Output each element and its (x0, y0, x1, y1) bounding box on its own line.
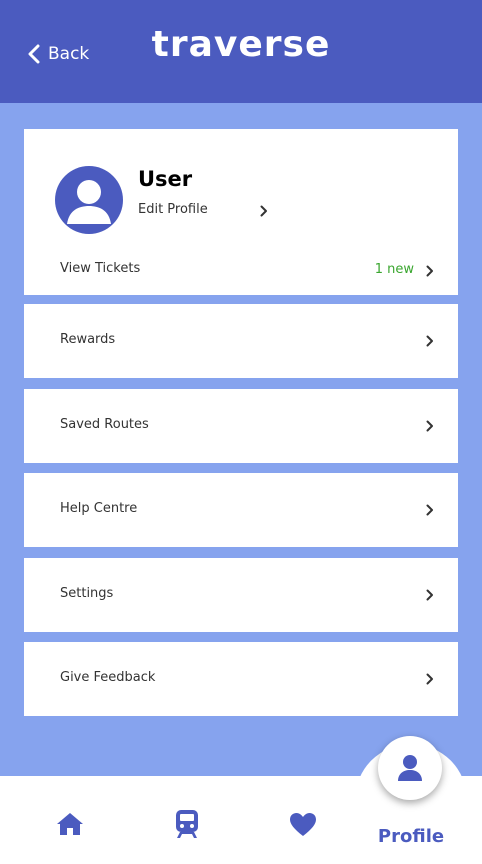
new-tickets-badge: 1 new (374, 262, 414, 277)
chevron-right-icon (426, 420, 433, 432)
chevron-right-icon (260, 205, 267, 217)
menu-item-settings[interactable]: Settings (24, 558, 458, 632)
chevron-right-icon (426, 673, 433, 685)
chevron-right-icon (426, 265, 433, 277)
profile-card: User Edit Profile View Tickets 1 new (24, 129, 458, 295)
nav-profile-label[interactable]: Profile (368, 826, 454, 847)
chevron-right-icon (426, 335, 433, 347)
avatar (55, 166, 123, 234)
menu-item-label: Help Centre (60, 501, 138, 516)
edit-profile-label: Edit Profile (138, 202, 208, 217)
brand-logo: traverse (151, 24, 331, 65)
menu-item-rewards[interactable]: Rewards (24, 304, 458, 378)
train-icon (176, 810, 198, 838)
view-tickets-label: View Tickets (60, 261, 141, 276)
chevron-right-icon (426, 589, 433, 601)
menu-item-label: Rewards (60, 332, 116, 347)
view-tickets-row[interactable]: View Tickets 1 new (24, 251, 458, 281)
edit-profile-link[interactable]: Edit Profile (138, 201, 268, 223)
menu-item-label: Saved Routes (60, 417, 149, 432)
nav-profile-button[interactable] (378, 736, 442, 800)
user-icon (398, 755, 422, 781)
menu-item-label: Settings (60, 586, 114, 601)
nav-trains[interactable] (174, 809, 200, 843)
user-name: User (138, 167, 193, 191)
nav-favourites[interactable] (289, 812, 317, 841)
nav-home[interactable] (56, 812, 84, 840)
app-header: Back traverse (0, 0, 482, 103)
menu-item-label: Give Feedback (60, 670, 156, 685)
menu-item-help-centre[interactable]: Help Centre (24, 473, 458, 547)
menu-item-saved-routes[interactable]: Saved Routes (24, 389, 458, 463)
chevron-right-icon (426, 504, 433, 516)
home-icon (57, 813, 83, 835)
heart-icon (290, 813, 316, 836)
menu-item-give-feedback[interactable]: Give Feedback (24, 642, 458, 716)
user-avatar-icon (67, 180, 111, 224)
